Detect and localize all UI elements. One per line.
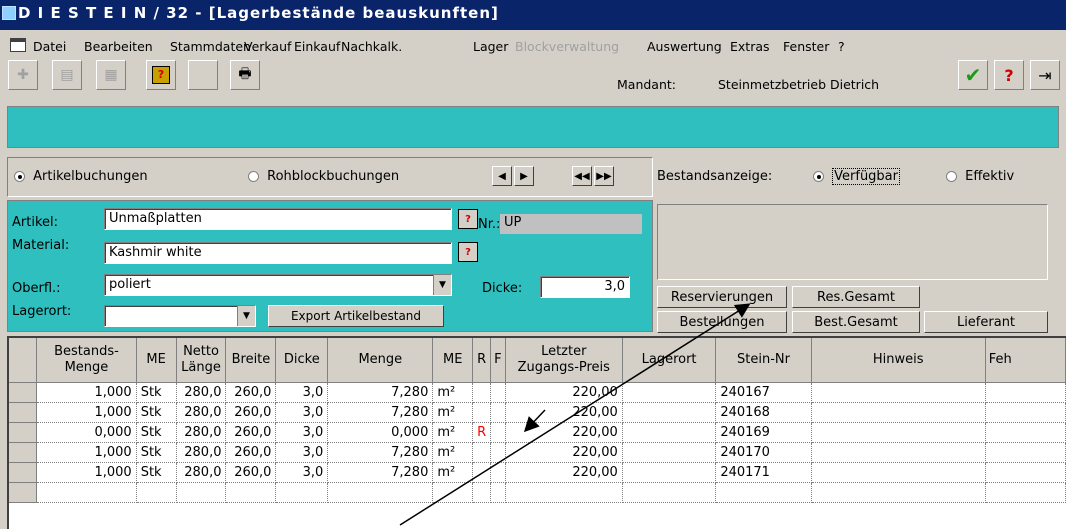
annotation-arrows <box>399 303 751 526</box>
annotation-arrow-reserved-flag <box>523 409 546 433</box>
annotation-arrow-reservierungen <box>399 303 751 526</box>
